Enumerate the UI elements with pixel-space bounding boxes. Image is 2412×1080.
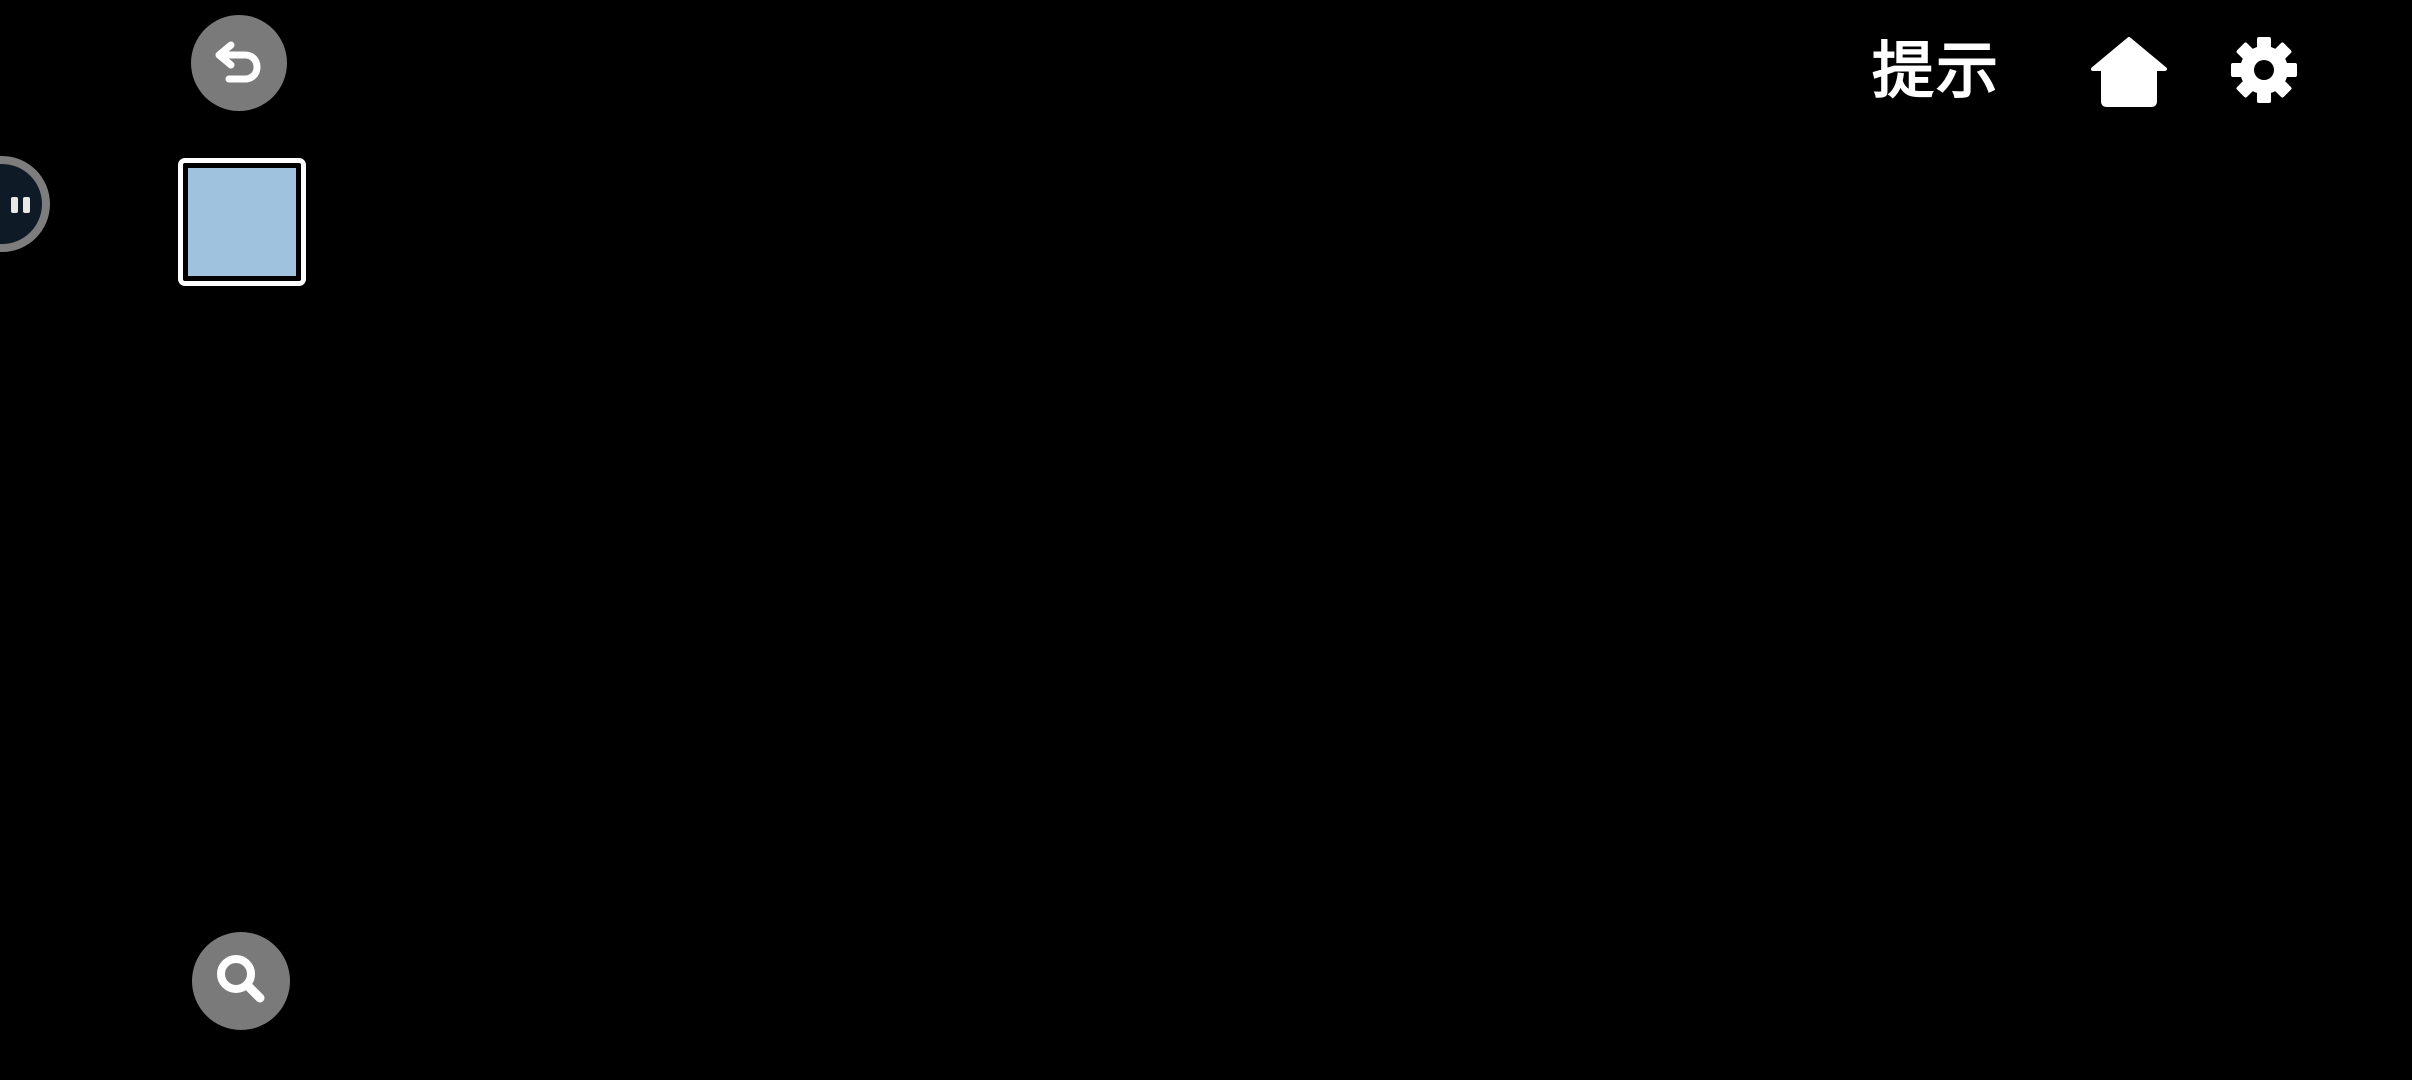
- hint-button[interactable]: 提示: [1872, 32, 2000, 110]
- floating-assistant-button[interactable]: [0, 156, 50, 252]
- assistant-face-icon: [0, 164, 42, 244]
- game-screen[interactable]: 提示: [0, 0, 2412, 1080]
- inventory-slot[interactable]: [178, 158, 306, 286]
- magnifier-icon: [210, 948, 272, 1014]
- gear-icon: [2229, 35, 2299, 109]
- assistant-eye-left: [11, 197, 18, 213]
- back-button[interactable]: [191, 15, 287, 111]
- zoom-button[interactable]: [192, 932, 290, 1030]
- settings-button[interactable]: [2226, 34, 2302, 110]
- undo-arrow-icon: [209, 31, 269, 95]
- home-icon: [2089, 35, 2169, 111]
- inventory-item: [188, 168, 296, 276]
- home-button[interactable]: [2086, 30, 2172, 116]
- assistant-eye-right: [23, 197, 30, 213]
